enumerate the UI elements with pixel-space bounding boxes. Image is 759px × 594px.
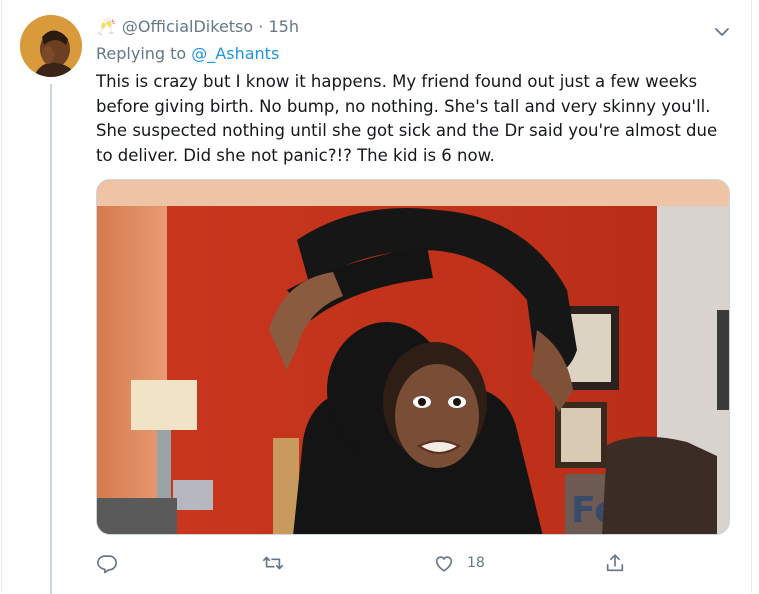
replying-to-handle[interactable]: @_Ashants bbox=[191, 44, 279, 63]
heart-icon bbox=[435, 556, 453, 572]
replying-to-line: Replying to @_Ashants bbox=[96, 44, 279, 64]
champagne-emoji: 🥂 bbox=[96, 17, 116, 36]
tweet-media-image[interactable]: Fe bbox=[96, 179, 730, 535]
tweet-actions-bar: 18 bbox=[96, 548, 656, 578]
tweet-menu-button[interactable] bbox=[707, 17, 737, 47]
user-handle[interactable]: @OfficialDiketso bbox=[122, 17, 253, 36]
share-button[interactable] bbox=[604, 548, 626, 578]
thread-connector-line bbox=[50, 84, 52, 594]
reply-button[interactable] bbox=[96, 548, 118, 578]
header-separator: · bbox=[258, 17, 264, 36]
retweet-icon bbox=[263, 556, 283, 570]
tweet-timestamp[interactable]: 15h bbox=[268, 17, 299, 36]
retweet-button[interactable] bbox=[261, 548, 285, 578]
replying-to-label: Replying to bbox=[96, 44, 187, 63]
like-button[interactable]: 18 bbox=[433, 548, 485, 578]
chevron-down-icon bbox=[715, 28, 729, 36]
avatar-image bbox=[20, 15, 82, 77]
reply-icon bbox=[97, 555, 117, 574]
share-icon bbox=[606, 554, 624, 572]
avatar[interactable] bbox=[20, 15, 82, 77]
tweet-text: This is crazy but I know it happens. My … bbox=[96, 72, 718, 165]
tweet-header: 🥂 @OfficialDiketso · 15h bbox=[96, 17, 299, 37]
media-photo: Fe bbox=[97, 180, 729, 534]
like-count: 18 bbox=[467, 555, 485, 571]
